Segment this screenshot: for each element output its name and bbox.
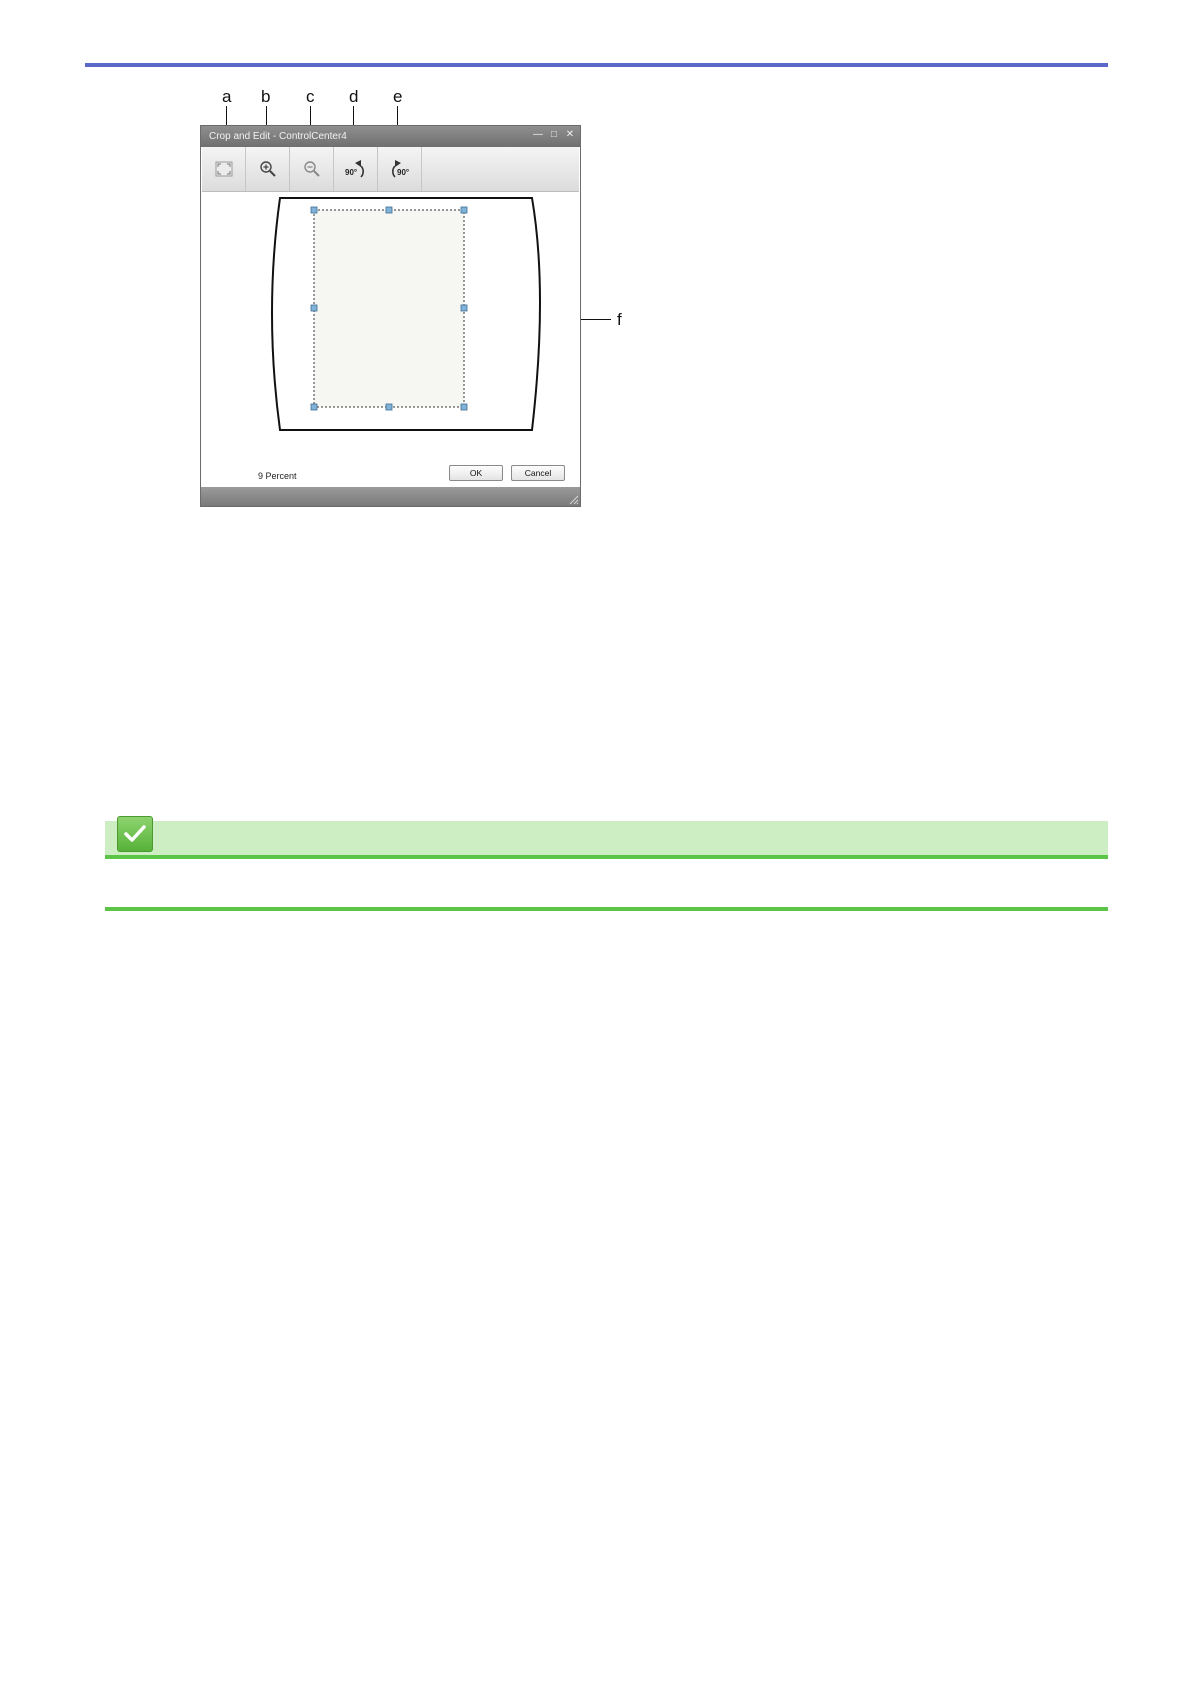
dialog-status-bar bbox=[201, 487, 580, 506]
callout-d: d bbox=[349, 87, 359, 106]
dialog-toolbar: 90° 90° bbox=[202, 147, 579, 192]
rotate-right-90-icon: 90° bbox=[391, 160, 409, 178]
note-header bbox=[105, 821, 1108, 858]
cancel-button[interactable]: Cancel bbox=[511, 465, 565, 481]
header-rule bbox=[85, 63, 1108, 67]
checkmark-icon bbox=[117, 816, 153, 852]
zoom-out-icon bbox=[303, 161, 320, 177]
crop-handle-bm bbox=[385, 403, 393, 411]
crop-edit-dialog: Crop and Edit - ControlCenter4 — □ ✕ 90°… bbox=[200, 125, 581, 507]
zoom-status: 9 Percent bbox=[258, 471, 297, 481]
dialog-title: Crop and Edit - ControlCenter4 bbox=[209, 131, 347, 142]
callout-e: e bbox=[393, 87, 403, 106]
rotate-right-button[interactable]: 90° bbox=[378, 147, 422, 191]
crop-handle-mr bbox=[460, 304, 468, 312]
note-bottom-rule bbox=[105, 907, 1108, 911]
note-header-rule bbox=[105, 855, 1108, 859]
rotate-right-label: 90° bbox=[397, 168, 409, 177]
zoom-in-button[interactable] bbox=[246, 147, 290, 191]
ok-button[interactable]: OK bbox=[449, 465, 503, 481]
minimize-icon[interactable]: — bbox=[532, 129, 544, 141]
scan-preview bbox=[271, 197, 541, 431]
fit-to-window-icon bbox=[215, 161, 232, 177]
callout-b: b bbox=[261, 87, 271, 106]
rotate-left-button[interactable]: 90° bbox=[334, 147, 378, 191]
callout-c: c bbox=[306, 87, 315, 106]
close-icon[interactable]: ✕ bbox=[564, 129, 576, 141]
rotate-left-label: 90° bbox=[345, 168, 357, 177]
crop-handle-br bbox=[460, 403, 468, 411]
preview-area bbox=[202, 192, 579, 462]
maximize-icon[interactable]: □ bbox=[548, 129, 560, 141]
scanned-page bbox=[314, 210, 464, 407]
callout-f: f bbox=[617, 310, 622, 329]
crop-handle-tr bbox=[460, 206, 468, 214]
crop-handle-ml bbox=[310, 304, 318, 312]
rotate-left-90-icon: 90° bbox=[345, 160, 364, 178]
crop-handle-tl bbox=[310, 206, 318, 214]
dialog-titlebar[interactable]: Crop and Edit - ControlCenter4 — □ ✕ bbox=[201, 126, 580, 147]
crop-handle-bl bbox=[310, 403, 318, 411]
resize-grip-icon[interactable] bbox=[567, 493, 579, 505]
zoom-out-button[interactable] bbox=[290, 147, 334, 191]
zoom-in-icon bbox=[259, 161, 276, 177]
callout-a: a bbox=[222, 87, 232, 106]
crop-handle-tm bbox=[385, 206, 393, 214]
fit-to-window-button[interactable] bbox=[202, 147, 246, 191]
